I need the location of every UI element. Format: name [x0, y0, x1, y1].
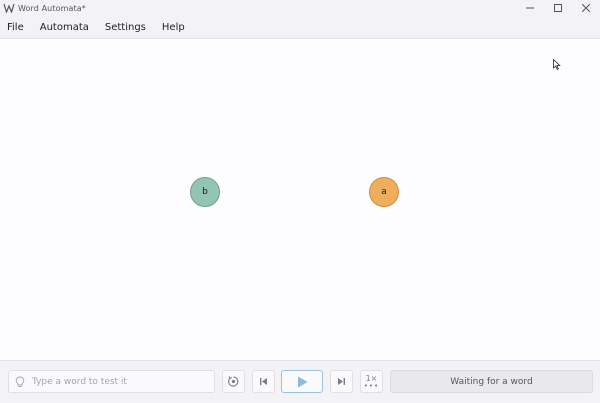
menu-help[interactable]: Help: [162, 22, 185, 33]
play-button[interactable]: [281, 370, 323, 393]
state-label: b: [202, 187, 208, 197]
state-node-b[interactable]: b: [190, 177, 220, 207]
menu-settings[interactable]: Settings: [105, 22, 146, 33]
window-title: Word Automata*: [18, 3, 86, 13]
speed-button[interactable]: 1× •••: [360, 370, 383, 393]
reset-button[interactable]: [222, 370, 245, 393]
automata-logo-icon: [3, 3, 15, 13]
maximize-button[interactable]: [544, 0, 572, 16]
mouse-cursor-icon: [553, 59, 561, 70]
test-toolbar: 1× ••• Waiting for a word: [0, 360, 600, 403]
minimize-icon: [526, 7, 534, 9]
word-input[interactable]: [30, 375, 204, 388]
step-back-button[interactable]: [252, 370, 275, 393]
close-icon: [582, 4, 590, 12]
menu-automata[interactable]: Automata: [40, 22, 89, 33]
play-icon: [297, 376, 307, 387]
automata-canvas[interactable]: b a: [0, 39, 600, 360]
menu-bar: File Automata Settings Help: [0, 16, 600, 39]
state-node-a[interactable]: a: [369, 177, 399, 207]
window-controls: [516, 0, 600, 16]
step-forward-icon: [338, 378, 345, 385]
speed-dots-icon: •••: [363, 382, 380, 390]
lightbulb-icon: [15, 376, 25, 387]
word-input-container[interactable]: [8, 370, 215, 393]
status-display: Waiting for a word: [390, 370, 593, 393]
close-button[interactable]: [572, 0, 600, 16]
menu-file[interactable]: File: [7, 22, 24, 33]
step-back-icon: [260, 378, 267, 385]
reset-icon: [228, 376, 239, 387]
title-bar: Word Automata*: [0, 0, 600, 16]
step-forward-button[interactable]: [330, 370, 353, 393]
minimize-button[interactable]: [516, 0, 544, 16]
state-label: a: [381, 187, 387, 197]
maximize-icon: [554, 4, 562, 12]
status-text: Waiting for a word: [450, 376, 533, 387]
